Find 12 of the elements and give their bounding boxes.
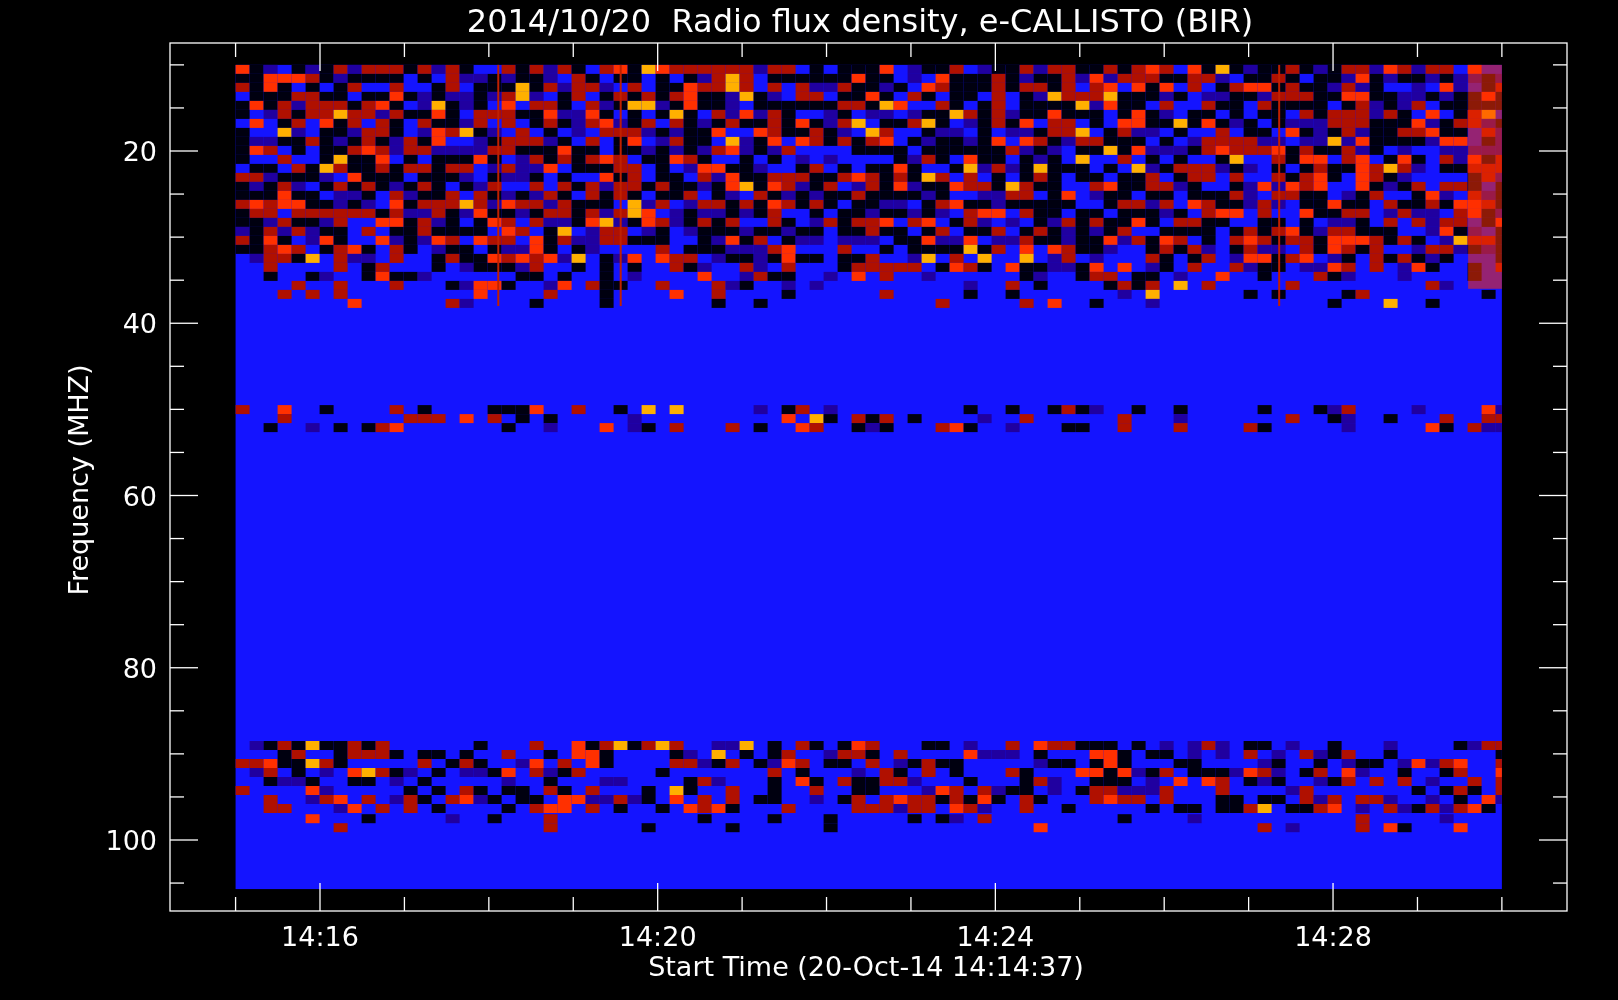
tick-label: 80 <box>122 652 157 684</box>
tick-label: 100 <box>105 825 157 856</box>
axis-title: Start Time (20-Oct-14 14:14:37) <box>648 951 1084 982</box>
tick-label: 14:28 <box>1294 921 1372 952</box>
tick-label: 40 <box>122 308 157 340</box>
chart-title: 2014/10/20 Radio flux density, e-CALLISTO (BIR) <box>466 2 1254 40</box>
axis-title: Frequency (MHZ) <box>63 364 94 596</box>
tick-label: 60 <box>122 480 157 512</box>
tick-label: 14:24 <box>956 921 1035 952</box>
tick-label: 20 <box>122 136 157 167</box>
tick-label: 14:20 <box>618 921 697 952</box>
tick-label: 14:16 <box>281 921 359 952</box>
